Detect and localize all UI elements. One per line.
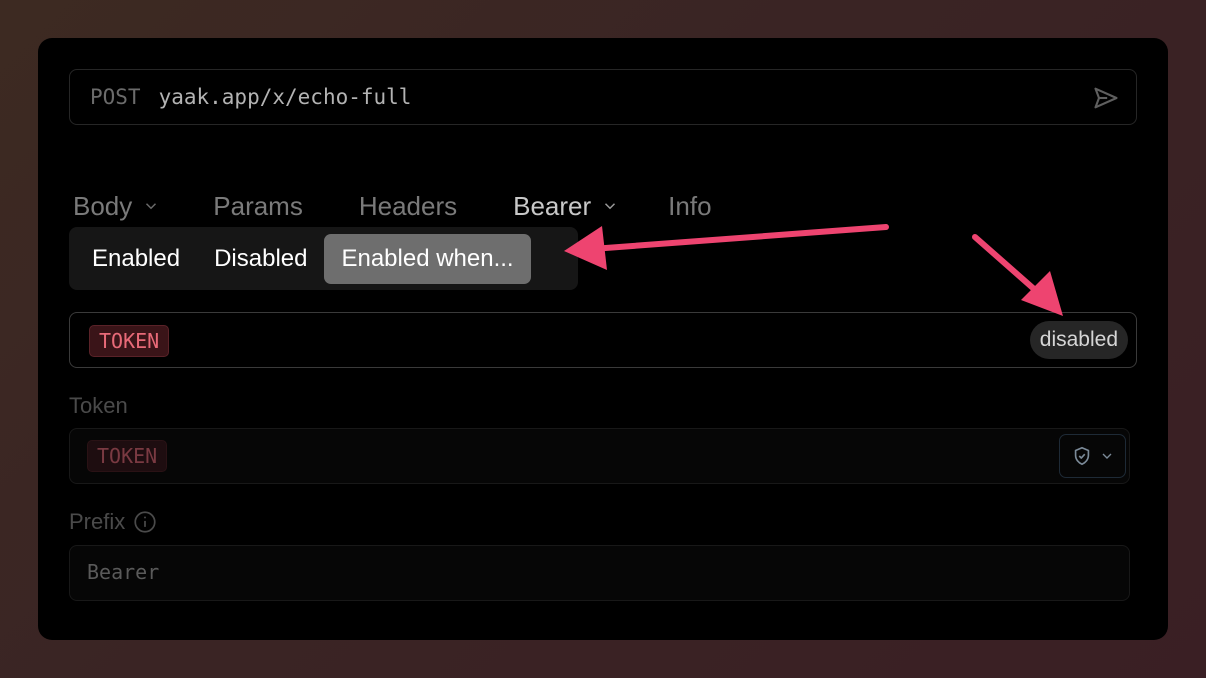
tab-body[interactable]: Body [73,191,160,222]
shield-check-icon [1074,446,1089,466]
tab-params-label: Params [213,190,303,221]
tab-bar: Body Params Headers Bearer Info [73,186,712,226]
chevron-down-icon [146,203,157,210]
enabled-option[interactable]: Enabled [75,234,197,284]
secure-input-button[interactable] [1059,434,1126,478]
tab-bearer-label: Bearer [513,190,592,221]
tab-info-label: Info [668,190,712,221]
prefix-field[interactable]: Bearer [69,545,1130,601]
tab-bearer[interactable]: Bearer [513,191,619,222]
chevron-down-icon [1102,453,1111,459]
info-icon[interactable] [132,509,158,535]
tab-body-label: Body [73,190,133,221]
token-label: Token [69,393,128,418]
tab-info[interactable]: Info [668,191,711,222]
token-field[interactable]: TOKEN [69,428,1130,484]
enable-mode-toggle: Enabled Disabled Enabled when... [69,227,578,290]
prefix-label-row: Prefix [69,509,158,535]
tab-params[interactable]: Params [213,191,303,222]
disabled-option[interactable]: Disabled [197,234,324,284]
enabled-when-option[interactable]: Enabled when... [324,233,531,284]
status-badge: disabled [1029,321,1128,359]
send-icon[interactable] [1092,84,1120,112]
token-variable-tag[interactable]: TOKEN [87,440,168,472]
condition-input[interactable]: TOKEN disabled [69,312,1137,368]
request-panel: POST yaak.app/x/echo-full Body Params He… [38,38,1168,640]
tab-headers[interactable]: Headers [359,191,457,222]
chevron-down-icon [605,203,616,210]
token-variable-tag[interactable]: TOKEN [89,325,170,357]
tab-headers-label: Headers [358,190,458,221]
method-label[interactable]: POST [90,85,141,109]
prefix-value[interactable]: Bearer [87,560,159,584]
url-bar[interactable]: POST yaak.app/x/echo-full [69,69,1137,125]
prefix-label: Prefix [69,509,126,534]
url-input[interactable]: yaak.app/x/echo-full [159,85,412,109]
